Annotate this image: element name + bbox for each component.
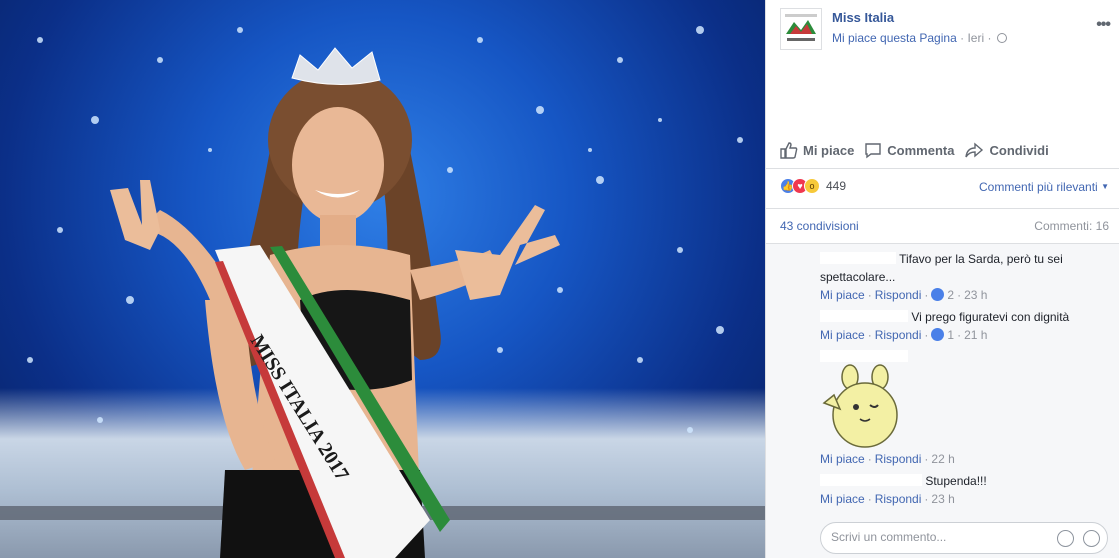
divider (766, 208, 1119, 209)
reactions-count: 449 (826, 179, 847, 193)
comments-section: Tifavo per la Sarda, però tu sei spettac… (766, 243, 1119, 558)
comment-reply-link[interactable]: Rispondi (875, 328, 922, 342)
post-meta: Mi piace questa Pagina · Ieri · (832, 31, 1007, 45)
comment-input[interactable] (831, 530, 1041, 544)
comment-like-link[interactable]: Mi piace (820, 288, 865, 302)
bunny-sticker-icon[interactable] (820, 363, 910, 451)
reactions-summary[interactable]: 👍 ♥ o 449 (780, 178, 846, 194)
comment-sort-dropdown[interactable]: Commenti più rilevanti ▼ (979, 180, 1109, 194)
redacted-author (820, 350, 908, 362)
comment-text: Stupenda!!! (925, 474, 987, 488)
share-label: Condividi (989, 142, 1049, 158)
camera-icon[interactable] (1057, 530, 1074, 547)
comment-reply-link[interactable]: Rispondi (875, 452, 922, 466)
wow-reaction-icon: o (804, 178, 820, 194)
like-label: Mi piace (803, 142, 855, 158)
comment-label: Commenta (887, 142, 955, 158)
comment-like-link[interactable]: Mi piace (820, 452, 865, 466)
comment-time[interactable]: 23 h (931, 492, 954, 506)
comment-like-count[interactable]: 2 (947, 288, 954, 302)
globe-icon (996, 33, 1007, 43)
comment-time[interactable]: 22 h (931, 452, 954, 466)
like-button[interactable]: Mi piace (780, 138, 854, 162)
shares-count[interactable]: 43 condivisioni (780, 219, 859, 233)
photo-scene: MISS ITALIA 2017 (27, 26, 743, 558)
comment-item (820, 350, 1110, 362)
like-count-icon (931, 288, 945, 301)
comment-text: Vi prego figuratevi con dignità (911, 310, 1070, 324)
share-arrow-icon (965, 141, 984, 158)
comment-like-count[interactable]: 1 (947, 328, 954, 342)
like-page-link[interactable]: Mi piace questa Pagina (832, 31, 957, 45)
comment-item: Stupenda!!! Mi piace · Rispondi · 23 h (820, 474, 987, 506)
redacted-author (820, 252, 896, 264)
comment-time[interactable]: 21 h (964, 328, 987, 342)
post-timestamp[interactable]: Ieri (967, 31, 984, 45)
caret-down-icon: ▼ (1101, 182, 1109, 191)
post-header: Miss Italia Mi piace questa Pagina · Ier… (780, 8, 1111, 50)
like-count-icon (931, 328, 945, 341)
redacted-author (820, 474, 922, 486)
comment-reply-link[interactable]: Rispondi (875, 492, 922, 506)
post-side-panel: Miss Italia Mi piace questa Pagina · Ier… (765, 0, 1119, 558)
comment-footer: Mi piace · Rispondi · 22 h (820, 452, 955, 466)
comment-item: Tifavo per la Sarda, però tu sei spettac… (820, 252, 1063, 302)
sticker-icon[interactable] (1083, 530, 1100, 547)
comment-like-link[interactable]: Mi piace (820, 492, 865, 506)
comment-like-link[interactable]: Mi piace (820, 328, 865, 342)
page-name[interactable]: Miss Italia (832, 10, 894, 25)
comment-time[interactable]: 23 h (964, 288, 987, 302)
comment-reply-link[interactable]: Rispondi (875, 288, 922, 302)
comments-count: Commenti: 16 (1034, 219, 1109, 233)
miss-italia-logo[interactable] (780, 8, 822, 50)
comment-composer (820, 522, 1108, 554)
comment-item: Vi prego figuratevi con dignità Mi piace… (820, 310, 1070, 342)
comment-button[interactable]: Commenta (864, 138, 954, 162)
share-button[interactable]: Condividi (964, 138, 1049, 162)
sort-label: Commenti più rilevanti (979, 180, 1098, 194)
more-options-icon[interactable]: ••• (1096, 16, 1111, 34)
divider (766, 168, 1119, 169)
post-actions: Mi piace Commenta Condividi (780, 138, 1110, 162)
thumbs-up-icon (780, 141, 798, 159)
redacted-author (820, 310, 908, 322)
post-photo[interactable]: MISS ITALIA 2017 (0, 0, 765, 558)
comment-icon (865, 142, 881, 158)
